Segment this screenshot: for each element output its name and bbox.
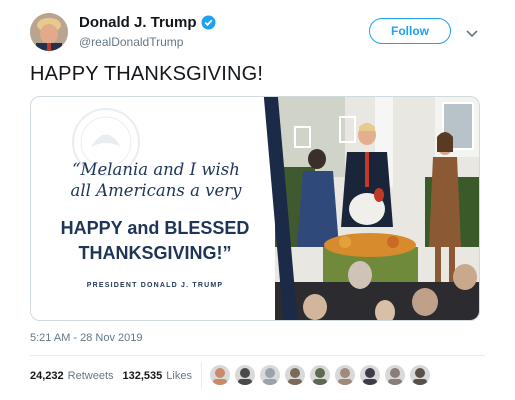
liker-avatar[interactable]: [359, 364, 381, 386]
chevron-down-icon[interactable]: [466, 26, 478, 38]
author-handle[interactable]: @realDonaldTrump: [79, 35, 183, 49]
author-name-row: Donald J. Trump: [79, 14, 216, 31]
photo-turkey-pardon: [275, 97, 479, 320]
tweet-media[interactable]: “Melania and I wish all Americans a very…: [30, 96, 480, 321]
liker-avatar[interactable]: [234, 364, 256, 386]
liker-avatars: [209, 364, 434, 386]
divider: [201, 362, 202, 388]
quote-bold-line: THANKSGIVING!”: [78, 243, 232, 263]
follow-button[interactable]: Follow: [369, 18, 451, 44]
quote-attribution: PRESIDENT DONALD J. TRUMP: [86, 282, 224, 289]
retweets-count[interactable]: 24,232: [30, 370, 64, 382]
tweet-text: HAPPY THANKSGIVING!: [30, 63, 264, 85]
divider: [30, 355, 485, 356]
avatar[interactable]: [30, 13, 68, 51]
verified-badge-icon: [201, 15, 216, 30]
likes-label[interactable]: Likes: [166, 370, 192, 382]
tweet-card: Donald J. Trump @realDonaldTrump Follow …: [0, 0, 515, 400]
liker-avatar[interactable]: [209, 364, 231, 386]
quote-line: all Americans a very: [70, 181, 242, 200]
author-name[interactable]: Donald J. Trump: [79, 14, 197, 31]
quote-text: “Melania and I wish all Americans a very: [43, 159, 269, 201]
quote-bold-line: HAPPY and BLESSED: [60, 218, 250, 238]
liker-avatar[interactable]: [409, 364, 431, 386]
engagement-stats: 24,232 Retweets 132,535 Likes: [30, 370, 201, 382]
likes-count[interactable]: 132,535: [123, 370, 163, 382]
liker-avatar[interactable]: [384, 364, 406, 386]
quote-line: “Melania and I wish: [72, 160, 240, 179]
retweets-label[interactable]: Retweets: [68, 370, 114, 382]
liker-avatar[interactable]: [309, 364, 331, 386]
liker-avatar[interactable]: [259, 364, 281, 386]
quote-emphasis: HAPPY and BLESSED THANKSGIVING!”: [41, 216, 269, 266]
liker-avatar[interactable]: [334, 364, 356, 386]
quote-card: “Melania and I wish all Americans a very…: [31, 97, 271, 320]
liker-avatar[interactable]: [284, 364, 306, 386]
tweet-timestamp[interactable]: 5:21 AM - 28 Nov 2019: [30, 332, 143, 344]
